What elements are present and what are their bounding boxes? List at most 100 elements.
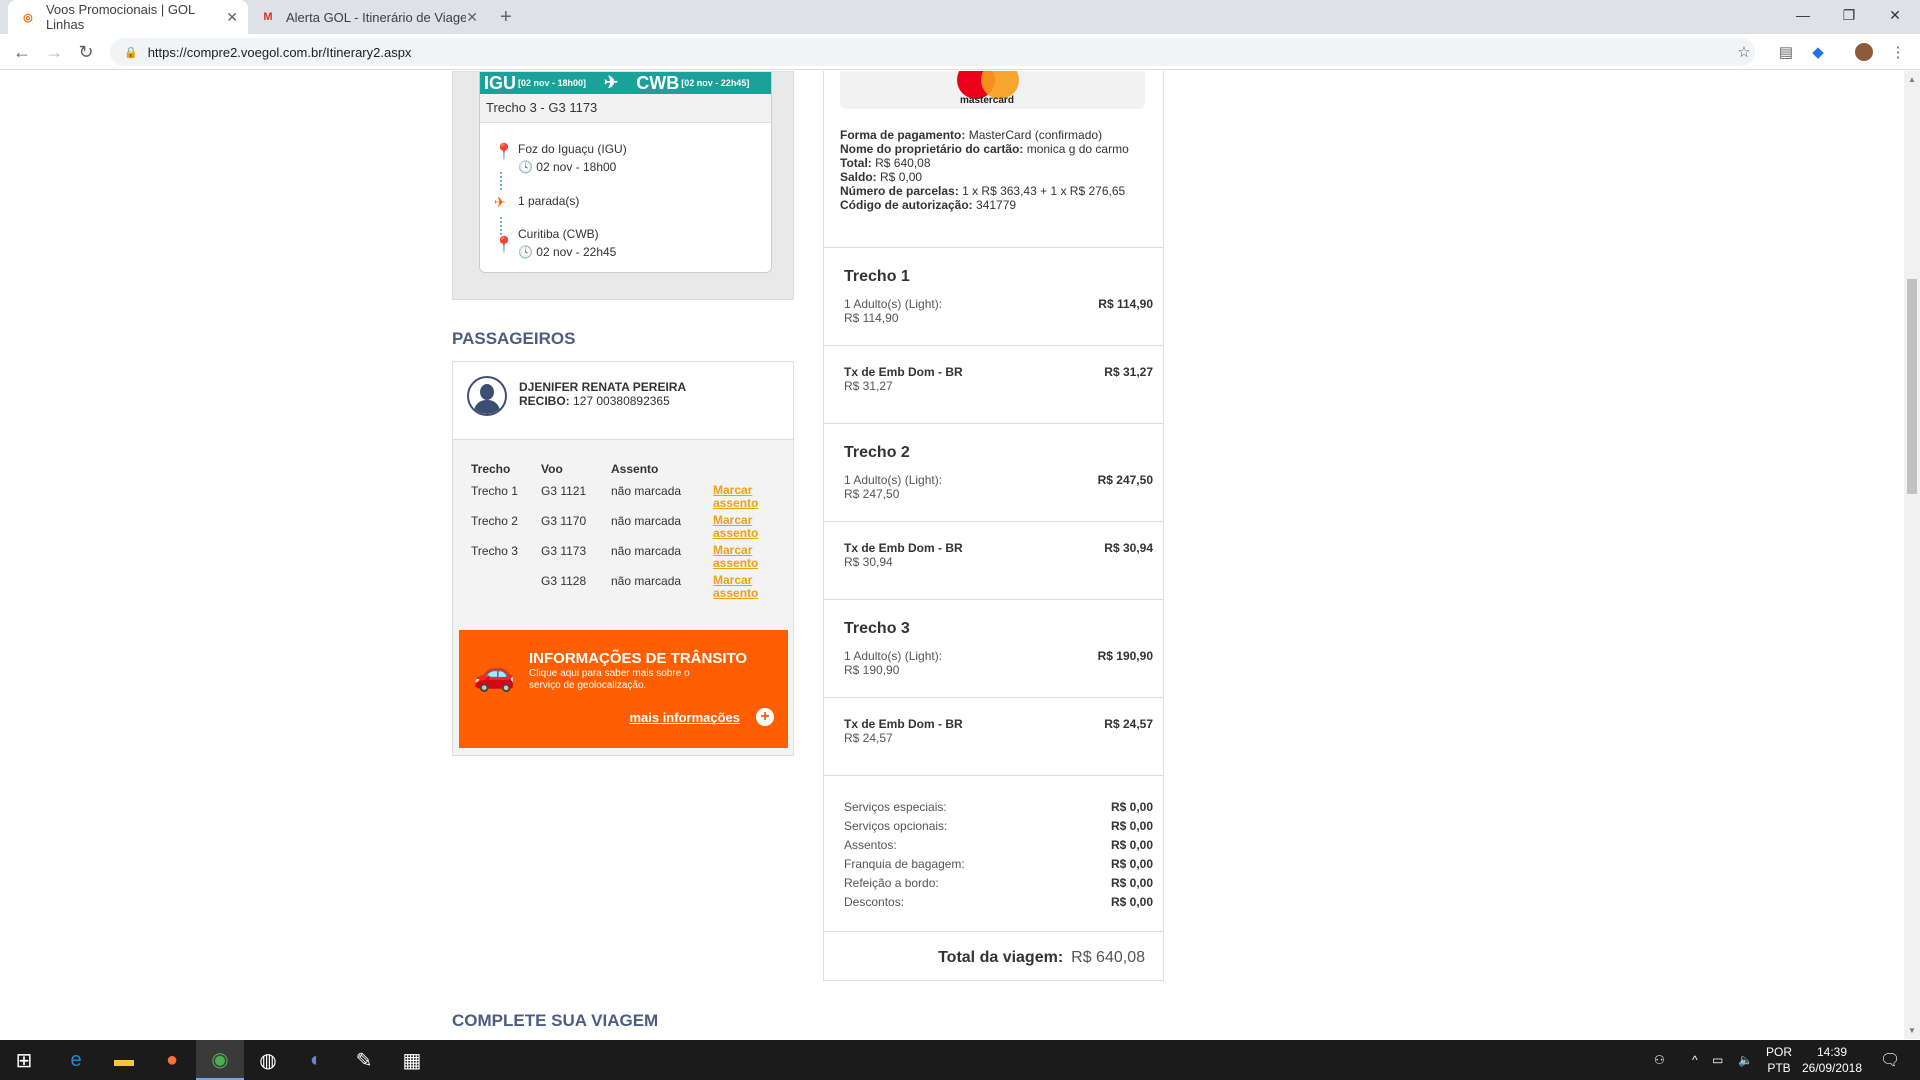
tab-gmail[interactable]: M Alerta GOL - Itinerário de Viagem ✕ [248, 0, 488, 34]
volume-icon[interactable]: 🔈 [1738, 1040, 1753, 1080]
new-tab-button[interactable]: + [500, 6, 512, 29]
clock[interactable]: 14:39 26/09/2018 [1800, 1040, 1864, 1080]
mark-seat-link[interactable]: Marcar assento [713, 484, 773, 510]
paint-icon[interactable]: ✎ [340, 1040, 388, 1080]
vpn-icon[interactable]: ◐ [292, 1040, 340, 1080]
gol-icon: ◎ [23, 11, 33, 24]
fare-label: 1 Adulto(s) (Light): R$ 247,50 [844, 473, 943, 501]
origin-code: IGU [484, 72, 517, 93]
minimize-button[interactable]: — [1780, 0, 1826, 30]
tax-value: R$ 30,94 [1104, 541, 1153, 555]
restore-button[interactable]: ❐ [1826, 0, 1872, 30]
table-row: Trecho 1 G3 1121 não marcada Marcar asse… [471, 484, 773, 514]
seat-table: Trecho Voo Assento Trecho 1 G3 1121 não … [471, 462, 773, 604]
tax-label: Tx de Emb Dom - BR R$ 30,94 [844, 541, 963, 569]
passengers-title: PASSAGEIROS [452, 329, 576, 348]
trip-total-label: Total da viagem: [938, 949, 1064, 966]
edge-icon[interactable]: e [52, 1040, 100, 1080]
mark-seat-link[interactable]: Marcar assento [713, 514, 773, 540]
chevron-up-icon[interactable]: ^ [1692, 1040, 1698, 1080]
fare-value: R$ 114,90 [1098, 297, 1153, 311]
more-info-link[interactable]: mais informações [629, 710, 740, 725]
dest-datetime: 02 nov - 22h45 [536, 245, 617, 259]
owner-value: monica g do carmo [1026, 142, 1129, 156]
plus-circle-icon[interactable]: + [756, 708, 774, 726]
tab-gol[interactable]: ◎ Voos Promocionais | GOL Linhas ✕ [8, 0, 248, 34]
flight-panel: IGU [02 nov - 18h00] ✈ CWB [02 nov - 22h… [452, 71, 794, 300]
firefox-icon[interactable]: ● [148, 1040, 196, 1080]
dest-code: CWB [636, 72, 680, 93]
close-window-button[interactable]: ✕ [1872, 0, 1918, 30]
extra-label: Serviços opcionais: [844, 819, 948, 833]
chrome-icon[interactable]: ◉ [196, 1040, 244, 1080]
origin-stop: 📍 Foz do Iguaçu (IGU) 🕓 02 nov - 18h00 [494, 142, 627, 174]
page-content: IGU [02 nov - 18h00] ✈ CWB [02 nov - 22h… [0, 71, 1904, 1039]
user-icon [467, 376, 507, 416]
extra-value: R$ 0,00 [1110, 895, 1153, 909]
app-icon[interactable]: ◍ [244, 1040, 292, 1080]
windows-start-icon[interactable]: ⊞ [0, 1040, 48, 1080]
mark-seat-link[interactable]: Marcar assento [713, 574, 773, 600]
star-icon[interactable]: ☆ [1734, 42, 1754, 62]
reload-icon[interactable]: ↻ [74, 40, 98, 64]
page-scrollbar[interactable]: ▲ ▼ [1904, 71, 1920, 1039]
auth-value: 341779 [976, 198, 1017, 212]
plane-stop-icon: ✈ [494, 194, 506, 210]
forward-icon[interactable]: → [42, 40, 66, 64]
file-explorer-icon[interactable]: ▬ [100, 1040, 148, 1080]
fare-value: R$ 247,50 [1097, 473, 1153, 487]
extra-label: Descontos: [844, 895, 905, 909]
col-trecho: Trecho [471, 462, 511, 476]
origin-time: [02 nov - 18h00] [518, 78, 587, 88]
transit-info-banner[interactable]: 🚗 INFORMAÇÕES DE TRÂNSITO Clique aqui pa… [459, 630, 788, 748]
flight-header: IGU [02 nov - 18h00] ✈ CWB [02 nov - 22h… [480, 72, 771, 94]
menu-icon[interactable]: ⋮ [1888, 42, 1908, 62]
balance-label: Saldo: [840, 170, 877, 184]
col-assento: Assento [611, 462, 659, 476]
receipt-value: 127 00380892365 [573, 394, 670, 408]
extra-value: R$ 0,00 [1110, 857, 1153, 871]
mark-seat-link[interactable]: Marcar assento [713, 544, 773, 570]
lock-icon: 🔒 [124, 46, 138, 59]
dest-stop: 📍 Curitiba (CWB) 🕓 02 nov - 22h45 [494, 227, 616, 259]
close-icon[interactable]: ✕ [466, 9, 478, 26]
network-icon[interactable]: ▭ [1712, 1040, 1723, 1080]
tax-label: Tx de Emb Dom - BR R$ 31,27 [844, 365, 963, 393]
payment-info: Forma de pagamento: MasterCard (confirma… [840, 128, 1129, 212]
clock-icon: 🕓 [518, 160, 533, 174]
trip-total-value: R$ 640,08 [1071, 949, 1145, 966]
total-value: R$ 640,08 [875, 156, 931, 170]
total-label: Total: [840, 156, 872, 170]
mastercard-logo: mastercard [840, 71, 1145, 109]
extra-value: R$ 0,00 [1110, 800, 1153, 814]
calculator-icon[interactable]: ▦ [388, 1040, 436, 1080]
extension-cap-icon[interactable]: ◆ [1808, 42, 1828, 62]
avatar[interactable] [1854, 42, 1874, 62]
address-bar[interactable]: 🔒 https://compre2.voegol.com.br/Itinerar… [110, 38, 1755, 66]
location-pin-icon: 📍 [494, 144, 514, 161]
receipt: RECIBO: 127 00380892365 [519, 394, 670, 408]
clock-date: 26/09/2018 [1801, 1061, 1863, 1075]
owner-label: Nome do proprietário do cartão: [840, 142, 1024, 156]
notification-icon[interactable]: 🗨 [1880, 1040, 1900, 1080]
dest-time: [02 nov - 22h45] [681, 78, 750, 88]
cell-voo: G3 1173 [541, 544, 587, 558]
table-row: G3 1128 não marcada Marcar assento [471, 574, 773, 604]
origin-name: Foz do Iguaçu (IGU) [518, 142, 627, 156]
extension-doc-icon[interactable]: ▤ [1776, 42, 1796, 62]
stops-info: ✈ 1 parada(s) [494, 194, 579, 211]
close-icon[interactable]: ✕ [226, 9, 238, 26]
extra-value: R$ 0,00 [1110, 876, 1153, 890]
language-indicator[interactable]: POR PTB [1766, 1040, 1792, 1080]
cell-voo: G3 1128 [541, 574, 587, 588]
back-icon[interactable]: ← [10, 40, 34, 64]
location-pin-icon: 📍 [494, 237, 514, 254]
cell-trecho [471, 574, 541, 604]
people-icon[interactable]: ⚇ [1654, 1040, 1665, 1080]
tax-label: Tx de Emb Dom - BR R$ 24,57 [844, 717, 963, 745]
table-row: Trecho 2 G3 1170 não marcada Marcar asse… [471, 514, 773, 544]
cell-trecho: Trecho 3 [471, 544, 518, 558]
extra-label: Refeição a bordo: [844, 876, 939, 890]
route-line [500, 172, 502, 190]
dest-name: Curitiba (CWB) [518, 227, 599, 241]
